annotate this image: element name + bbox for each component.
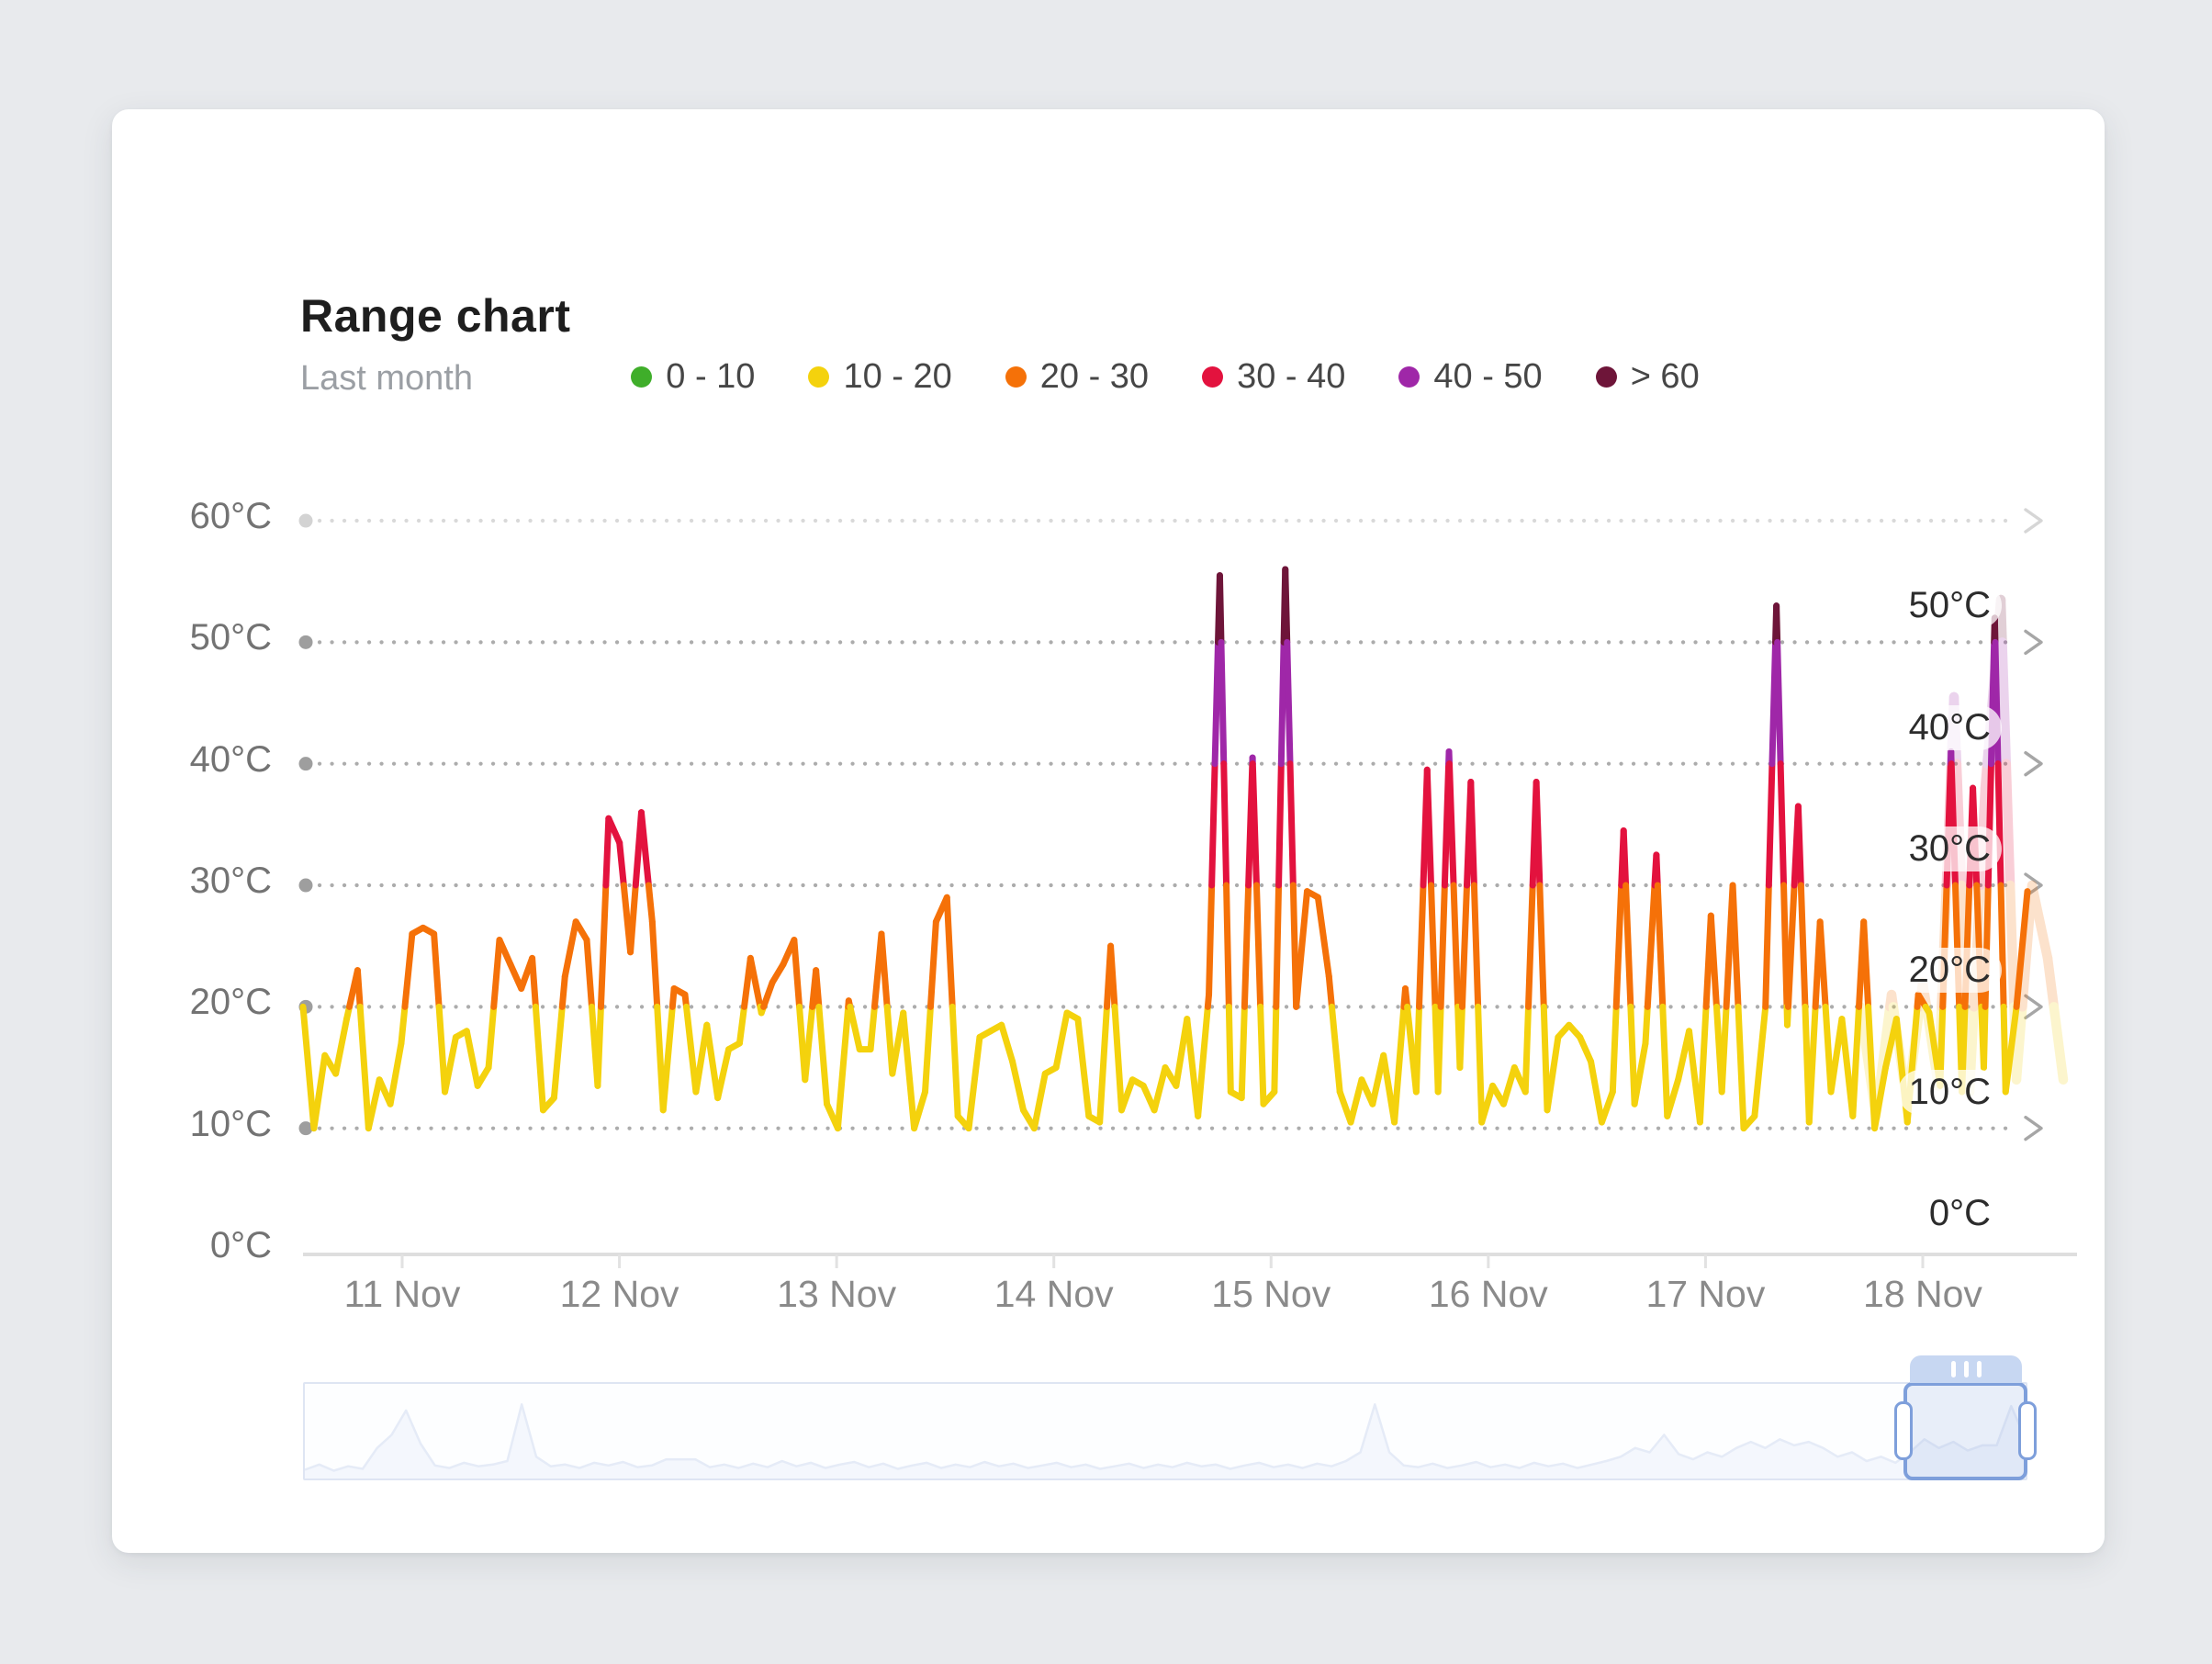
legend-item-label: 20 - 30	[1040, 357, 1149, 397]
y-axis-left-label-30: 30°C	[134, 860, 272, 902]
legend-marker-icon	[808, 366, 829, 388]
chart-legend: 0 - 10 10 - 20 20 - 30 30 - 40 40 - 50 > 60	[303, 352, 2027, 401]
y-axis-right-label-text: 30°C	[1898, 826, 2002, 871]
y-axis-right-label-20: 20°C	[1836, 948, 2002, 993]
legend-item-label: 10 - 20	[843, 357, 951, 397]
x-axis-label-12Nov: 12 Nov	[519, 1273, 721, 1316]
y-axis-right-label-40: 40°C	[1836, 705, 2002, 750]
legend-marker-icon	[1202, 366, 1223, 388]
x-axis-label-13Nov: 13 Nov	[735, 1273, 938, 1316]
legend-marker-icon	[1596, 366, 1617, 388]
x-axis-label-17Nov: 17 Nov	[1604, 1273, 1806, 1316]
y-axis-right-label-30: 30°C	[1836, 826, 2002, 871]
plot-area[interactable]	[303, 496, 2027, 1254]
y-axis-right-label-text: 10°C	[1898, 1070, 2002, 1115]
scrollbar-drag-tab[interactable]	[1910, 1355, 2022, 1383]
scrollbar-selection[interactable]	[1903, 1382, 2027, 1480]
axis-arrow-icon	[2026, 1118, 2041, 1140]
legend-item-10-20[interactable]: 10 - 20	[808, 357, 951, 397]
drag-grip-icon	[1951, 1361, 1956, 1377]
legend-item-label: 0 - 10	[666, 357, 755, 397]
page-background: { "header": { "title": "Range chart", "s…	[0, 0, 2212, 1664]
legend-item-label: 40 - 50	[1433, 357, 1542, 397]
scrollbar-left-grip[interactable]	[1894, 1401, 1913, 1460]
axis-arrow-icon	[2026, 510, 2041, 532]
y-axis-right-label-text: 40°C	[1898, 705, 2002, 750]
legend-marker-icon	[631, 366, 652, 388]
scrollbar-track[interactable]	[303, 1382, 2027, 1480]
legend-item-label: 30 - 40	[1237, 357, 1345, 397]
drag-grip-icon	[1977, 1361, 1982, 1377]
y-axis-right-label-text: 50°C	[1898, 583, 2002, 628]
legend-item->60[interactable]: > 60	[1596, 357, 1700, 397]
y-axis-right-label-50: 50°C	[1836, 583, 2002, 628]
axis-arrow-icon	[2026, 753, 2041, 775]
y-axis-right-label-10: 10°C	[1836, 1070, 2002, 1115]
x-axis-label-18Nov: 18 Nov	[1822, 1273, 2024, 1316]
legend-marker-icon	[1398, 366, 1420, 388]
x-axis-label-15Nov: 15 Nov	[1170, 1273, 1372, 1316]
legend-item-30-40[interactable]: 30 - 40	[1202, 357, 1345, 397]
axis-arrow-icon	[2026, 631, 2041, 653]
y-axis-left-label-40: 40°C	[134, 739, 272, 781]
scrollbar-right-grip[interactable]	[2018, 1401, 2037, 1460]
y-axis-right-label-text: 0°C	[1918, 1191, 2002, 1236]
y-axis-left-label-0: 0°C	[134, 1225, 272, 1266]
axis-arrow-icon	[2026, 995, 2041, 1018]
y-axis-left-label-20: 20°C	[134, 982, 272, 1023]
y-axis-left-label-50: 50°C	[134, 617, 272, 658]
x-axis-label-14Nov: 14 Nov	[953, 1273, 1155, 1316]
legend-item-40-50[interactable]: 40 - 50	[1398, 357, 1542, 397]
legend-item-20-30[interactable]: 20 - 30	[1005, 357, 1149, 397]
y-axis-left-label-10: 10°C	[134, 1104, 272, 1145]
y-axis-right-label-0: 0°C	[1836, 1191, 2002, 1236]
x-axis-label-16Nov: 16 Nov	[1387, 1273, 1589, 1316]
legend-marker-icon	[1005, 366, 1027, 388]
legend-item-label: > 60	[1631, 357, 1700, 397]
y-axis-left-label-60: 60°C	[134, 496, 272, 537]
x-axis-group	[303, 1254, 2077, 1268]
drag-grip-icon	[1964, 1361, 1969, 1377]
x-axis-label-11Nov: 11 Nov	[301, 1273, 503, 1316]
y-axis-right-label-text: 20°C	[1898, 948, 2002, 993]
legend-item-0-10[interactable]: 0 - 10	[631, 357, 755, 397]
